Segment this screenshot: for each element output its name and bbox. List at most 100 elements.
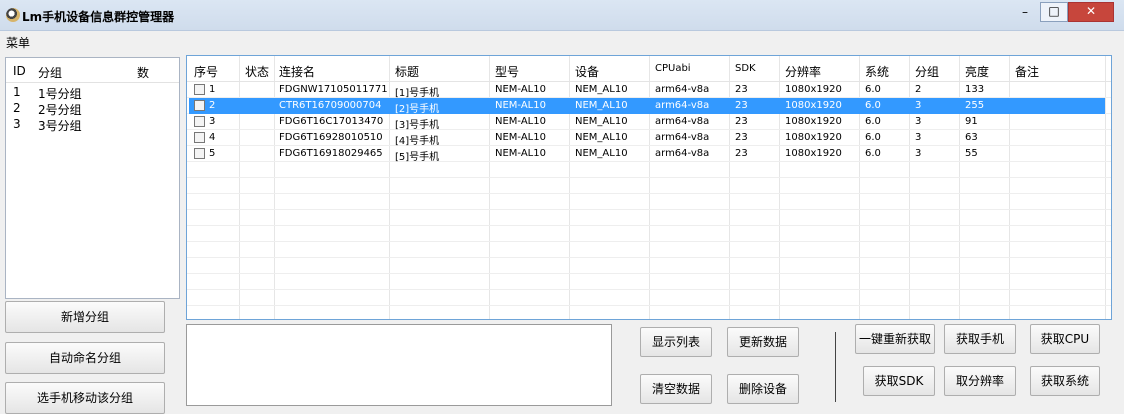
col-header-group[interactable]: 分组 xyxy=(915,63,939,80)
col-header-system[interactable]: 系统 xyxy=(865,63,889,80)
cell-brightness: 63 xyxy=(965,132,978,143)
cell-connection: FDG6T16928010510 xyxy=(279,132,383,143)
cell-group: 2 xyxy=(915,84,922,95)
row-divider xyxy=(187,289,1111,290)
group-id: 3 xyxy=(13,117,21,131)
col-header-device[interactable]: 设备 xyxy=(575,63,599,80)
row-checkbox[interactable] xyxy=(194,148,205,159)
refresh-data-button[interactable]: 更新数据 xyxy=(727,327,799,357)
get-cpu-button[interactable]: 获取CPU xyxy=(1030,324,1100,354)
cell-seq: 5 xyxy=(209,148,216,159)
clear-data-button[interactable]: 清空数据 xyxy=(640,374,712,404)
cell-title: [3]号手机 xyxy=(395,120,440,131)
table-row[interactable]: 1 FDGNW17105011771 [1]号手机 NEM-AL10 NEM_A… xyxy=(189,82,1105,99)
maximize-button[interactable]: □ xyxy=(1040,2,1068,22)
col-header-note[interactable]: 备注 xyxy=(1015,63,1039,80)
group-row[interactable]: 1 1号分组 xyxy=(6,84,179,101)
cell-model: NEM-AL10 xyxy=(495,100,546,111)
cell-seq: 4 xyxy=(209,132,216,143)
col-header-resolution[interactable]: 分辨率 xyxy=(785,63,821,80)
cell-cpuabi: arm64-v8a xyxy=(655,148,710,159)
group-id: 2 xyxy=(13,101,21,115)
cell-resolution: 1080x1920 xyxy=(785,148,842,159)
close-button[interactable]: ✕ xyxy=(1068,2,1114,22)
col-header-sdk[interactable]: SDK xyxy=(735,63,756,74)
group-list[interactable]: ID 分组 数 1 1号分组 2 2号分组 3 3号分组 xyxy=(5,57,180,299)
cell-group: 3 xyxy=(915,116,922,127)
group-name: 3号分组 xyxy=(38,119,82,133)
cell-brightness: 133 xyxy=(965,84,985,95)
cell-connection: CTR6T16709000704 xyxy=(279,100,382,111)
group-row[interactable]: 3 3号分组 xyxy=(6,116,179,133)
cell-sdk: 23 xyxy=(735,84,748,95)
cell-connection: FDGNW17105011771 xyxy=(279,84,388,95)
cell-brightness: 255 xyxy=(965,100,985,111)
add-group-button[interactable]: 新增分组 xyxy=(5,301,165,333)
auto-name-group-button[interactable]: 自动命名分组 xyxy=(5,342,165,374)
group-id: 1 xyxy=(13,85,21,99)
col-header-brightness[interactable]: 亮度 xyxy=(965,63,989,80)
cell-cpuabi: arm64-v8a xyxy=(655,100,710,111)
row-divider xyxy=(187,177,1111,178)
cell-sdk: 23 xyxy=(735,148,748,159)
cell-device: NEM_AL10 xyxy=(575,132,628,143)
window-title: Lm手机设备信息群控管理器 xyxy=(22,10,175,24)
group-row[interactable]: 2 2号分组 xyxy=(6,100,179,117)
move-to-group-button[interactable]: 选手机移动该分组 xyxy=(5,382,165,414)
show-list-button[interactable]: 显示列表 xyxy=(640,327,712,357)
cell-model: NEM-AL10 xyxy=(495,148,546,159)
cell-device: NEM_AL10 xyxy=(575,116,628,127)
cell-system: 6.0 xyxy=(865,132,881,143)
get-sdk-button[interactable]: 获取SDK xyxy=(863,366,935,396)
col-header-model[interactable]: 型号 xyxy=(495,63,519,80)
title-bar: Lm手机设备信息群控管理器 – □ ✕ xyxy=(0,0,1124,31)
cell-resolution: 1080x1920 xyxy=(785,100,842,111)
row-checkbox[interactable] xyxy=(194,116,205,127)
table-row-selected[interactable]: 2 CTR6T16709000704 [2]号手机 NEM-AL10 NEM_A… xyxy=(189,98,1105,115)
row-divider xyxy=(187,241,1111,242)
separator xyxy=(835,332,836,402)
cell-sdk: 23 xyxy=(735,116,748,127)
get-phone-button[interactable]: 获取手机 xyxy=(944,324,1016,354)
table-row[interactable]: 4 FDG6T16928010510 [4]号手机 NEM-AL10 NEM_A… xyxy=(189,130,1105,147)
get-resolution-button[interactable]: 取分辨率 xyxy=(944,366,1016,396)
cell-device: NEM_AL10 xyxy=(575,84,628,95)
col-header-connection[interactable]: 连接名 xyxy=(279,63,315,80)
cell-system: 6.0 xyxy=(865,116,881,127)
col-header-group[interactable]: 分组 xyxy=(38,64,62,81)
get-system-button[interactable]: 获取系统 xyxy=(1030,366,1100,396)
col-header-cpuabi[interactable]: CPUabi xyxy=(655,63,691,74)
app-icon xyxy=(6,8,20,22)
cell-brightness: 91 xyxy=(965,116,978,127)
table-row[interactable]: 3 FDG6T16C17013470 [3]号手机 NEM-AL10 NEM_A… xyxy=(189,114,1105,131)
cell-group: 3 xyxy=(915,132,922,143)
col-header-status[interactable]: 状态 xyxy=(245,63,269,80)
col-header-title[interactable]: 标题 xyxy=(395,63,419,80)
cell-sdk: 23 xyxy=(735,100,748,111)
cell-title: [5]号手机 xyxy=(395,152,440,163)
device-table[interactable]: 序号 状态 连接名 标题 型号 设备 CPUabi SDK 分辨率 系统 分组 … xyxy=(186,55,1112,320)
cell-seq: 2 xyxy=(209,100,216,111)
table-row[interactable]: 5 FDG6T16918029465 [5]号手机 NEM-AL10 NEM_A… xyxy=(189,146,1105,163)
row-checkbox[interactable] xyxy=(194,132,205,143)
delete-device-button[interactable]: 删除设备 xyxy=(727,374,799,404)
cell-brightness: 55 xyxy=(965,148,978,159)
cell-system: 6.0 xyxy=(865,148,881,159)
cell-model: NEM-AL10 xyxy=(495,132,546,143)
refetch-all-button[interactable]: 一键重新获取 xyxy=(855,324,935,354)
row-checkbox[interactable] xyxy=(194,100,205,111)
cell-device: NEM_AL10 xyxy=(575,100,628,111)
cell-cpuabi: arm64-v8a xyxy=(655,84,710,95)
cell-system: 6.0 xyxy=(865,100,881,111)
row-checkbox[interactable] xyxy=(194,84,205,95)
cell-title: [1]号手机 xyxy=(395,88,440,99)
row-divider xyxy=(187,225,1111,226)
minimize-button[interactable]: – xyxy=(1012,2,1038,22)
col-header-count[interactable]: 数 xyxy=(137,64,149,81)
menu-item[interactable]: 菜单 xyxy=(6,34,30,51)
cell-connection: FDG6T16C17013470 xyxy=(279,116,384,127)
col-header-seq[interactable]: 序号 xyxy=(194,63,218,80)
cell-system: 6.0 xyxy=(865,84,881,95)
col-header-id[interactable]: ID xyxy=(13,64,26,78)
log-textarea[interactable] xyxy=(186,324,612,406)
